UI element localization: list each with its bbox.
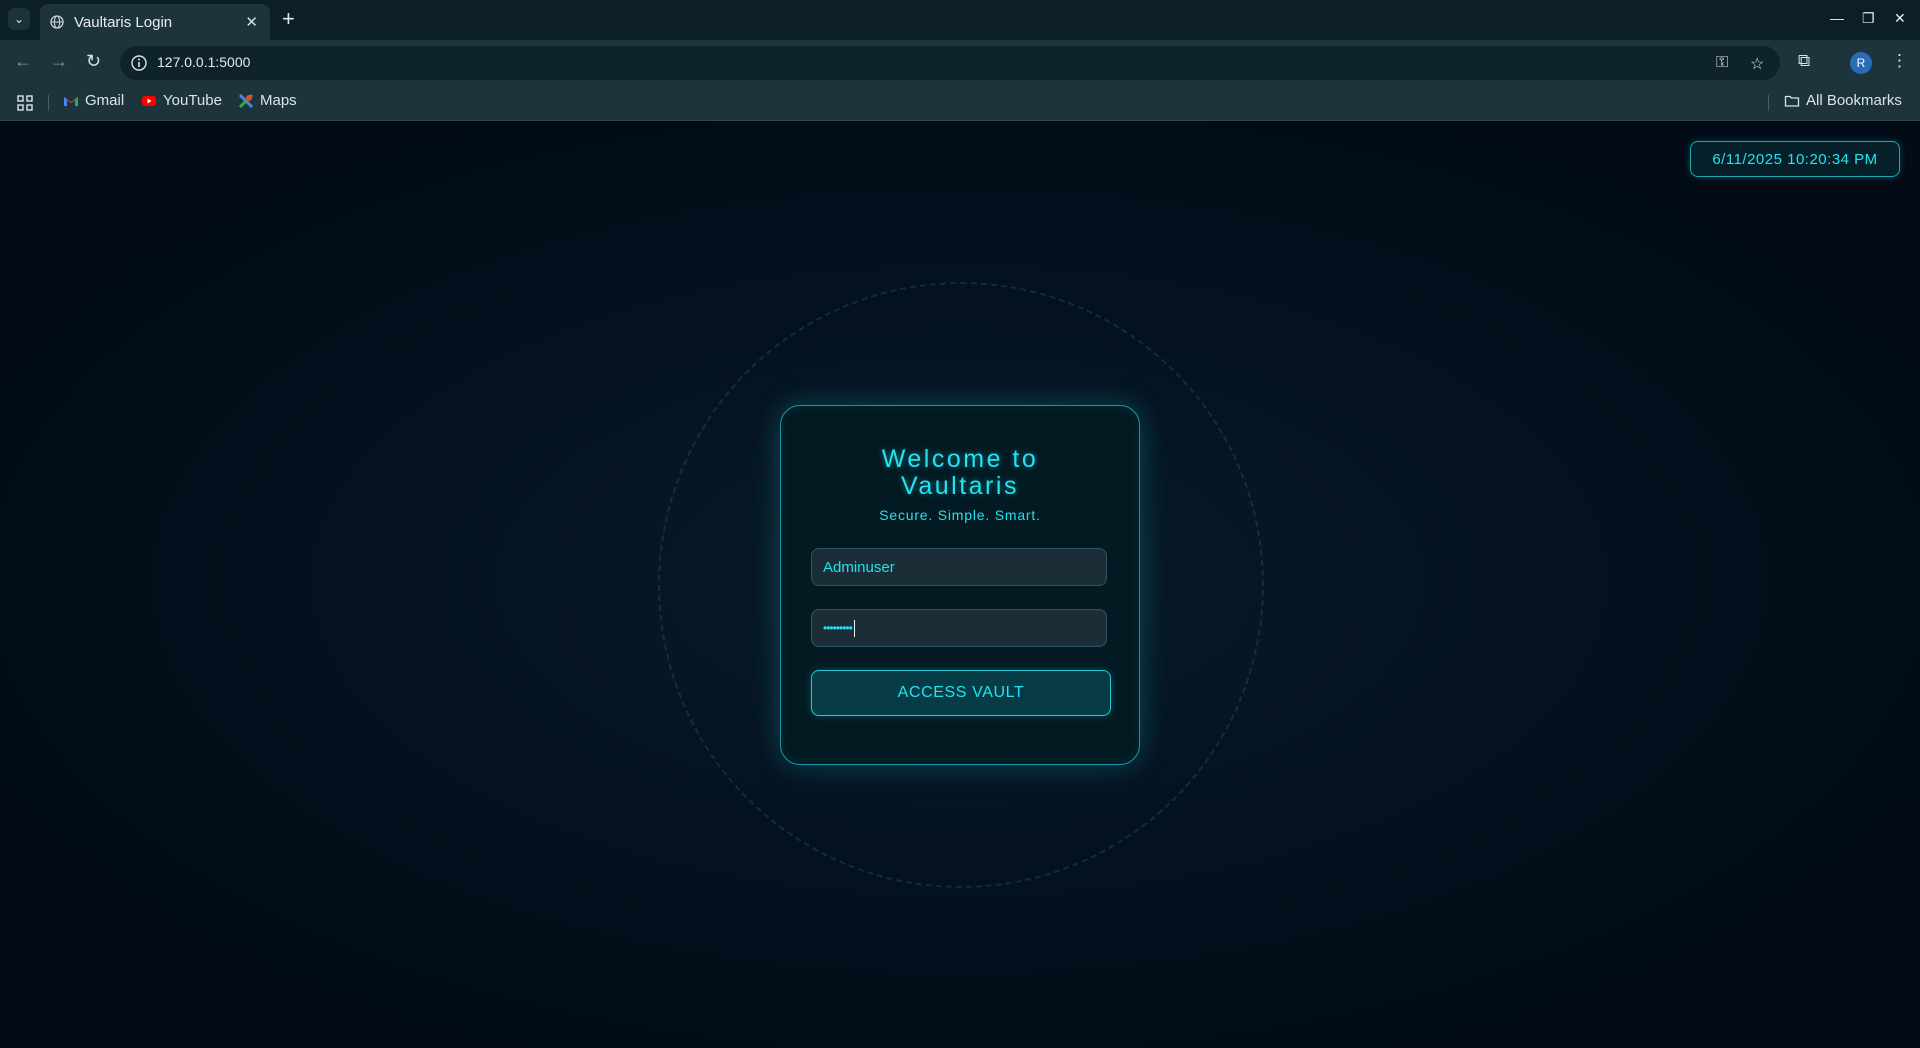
password-mask: •••••••••	[823, 621, 853, 635]
all-bookmarks-label: All Bookmarks	[1806, 92, 1902, 109]
youtube-icon	[141, 93, 157, 109]
forward-icon[interactable]: →	[50, 51, 68, 72]
minimize-icon[interactable]: —	[1830, 10, 1844, 26]
bookmark-label: YouTube	[163, 92, 222, 109]
page-body: 6/11/2025 10:20:34 PM Welcome to Vaultar…	[0, 121, 1920, 1048]
bookmark-maps[interactable]: Maps	[238, 92, 297, 109]
bookmark-gmail[interactable]: Gmail	[63, 92, 124, 109]
gmail-icon	[63, 93, 79, 109]
profile-avatar[interactable]: R	[1850, 52, 1872, 74]
close-window-icon[interactable]: ✕	[1894, 10, 1906, 27]
new-tab-button[interactable]: +	[282, 7, 295, 31]
title-line-1: Welcome to	[881, 445, 1039, 473]
login-card: Welcome to Vaultaris Secure. Simple. Sma…	[780, 405, 1140, 765]
bookmarks-bar: Gmail YouTube Maps All Bookmarks	[0, 86, 1920, 121]
password-key-icon[interactable]: ⚿	[1716, 54, 1728, 72]
address-bar[interactable]: 127.0.0.1:5000 ⚿ ☆	[120, 46, 1780, 80]
close-tab-icon[interactable]: ✕	[245, 13, 258, 31]
bookmark-separator	[48, 95, 49, 111]
bookmark-separator	[1768, 95, 1769, 111]
globe-icon	[50, 15, 64, 29]
extensions-icon[interactable]: ⧉	[1798, 51, 1810, 71]
bookmark-youtube[interactable]: YouTube	[141, 92, 222, 109]
tab-strip: ⌄ Vaultaris Login ✕ + — ❐ ✕	[0, 0, 1920, 40]
bookmark-label: Gmail	[85, 92, 125, 109]
back-icon[interactable]: ←	[14, 51, 32, 72]
title-line-2: Vaultaris	[901, 472, 1019, 500]
menu-icon[interactable]: ⋮	[1891, 51, 1908, 71]
restore-icon[interactable]: ❐	[1862, 10, 1875, 27]
site-info-icon[interactable]	[130, 54, 148, 72]
text-caret	[853, 619, 855, 637]
bookmark-label: Maps	[260, 92, 297, 109]
tab-title: Vaultaris Login	[74, 13, 173, 31]
url-text: 127.0.0.1:5000	[157, 54, 251, 70]
bookmark-star-icon[interactable]: ☆	[1750, 54, 1764, 74]
password-input[interactable]: •••••••••	[811, 609, 1107, 647]
access-vault-button[interactable]: ACCESS VAULT	[811, 670, 1111, 716]
username-input[interactable]	[811, 548, 1107, 586]
reload-icon[interactable]: ↻	[86, 51, 101, 72]
all-bookmarks-button[interactable]: All Bookmarks	[1784, 92, 1902, 109]
tab-search-icon[interactable]: ⌄	[8, 8, 30, 30]
active-tab[interactable]: Vaultaris Login ✕	[40, 4, 270, 40]
datetime-badge: 6/11/2025 10:20:34 PM	[1690, 141, 1900, 177]
apps-icon[interactable]	[17, 95, 33, 111]
folder-icon	[1784, 93, 1800, 109]
browser-toolbar: ← → ↻ 127.0.0.1:5000 ⚿ ☆ ⧉ R ⋮	[0, 40, 1920, 86]
page-title: Welcome to Vaultaris	[781, 446, 1139, 500]
maps-icon	[238, 93, 254, 109]
tagline: Secure. Simple. Smart.	[879, 507, 1041, 523]
